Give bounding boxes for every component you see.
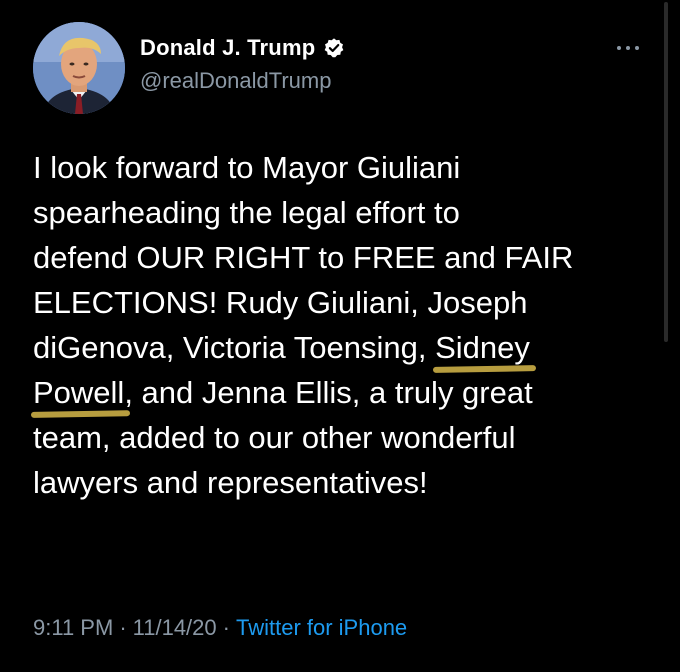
- tweet-text-fragment: diGenova, Victoria Toensing,: [33, 330, 436, 365]
- tweet-line: diGenova, Victoria Toensing, Sidney: [33, 325, 653, 370]
- tweet-line: Powell, and Jenna Ellis, a truly great: [33, 370, 653, 415]
- tweet-line: defend OUR RIGHT to FREE and FAIR: [33, 240, 574, 275]
- avatar-image-icon: [33, 22, 125, 114]
- tweet-line: I look forward to Mayor Giuliani: [33, 150, 461, 185]
- meta-separator: ·: [119, 615, 127, 640]
- tweet-line: spearheading the legal effort to: [33, 195, 460, 230]
- avatar[interactable]: [33, 22, 125, 114]
- tweet-container: Donald J. Trump @realDonaldTrump I look …: [0, 0, 680, 672]
- tweet-meta: 9:11 PM · 11/14/20 · Twitter for iPhone: [33, 615, 407, 641]
- display-name[interactable]: Donald J. Trump: [140, 35, 315, 61]
- tweet-text-fragment: , and Jenna Ellis, a truly great: [124, 375, 533, 410]
- author-name-row[interactable]: Donald J. Trump: [140, 35, 345, 61]
- tweet-time: 9:11 PM: [33, 615, 114, 640]
- author-handle[interactable]: @realDonaldTrump: [140, 68, 331, 94]
- scroll-indicator[interactable]: [664, 2, 668, 342]
- tweet-date: 11/14/20: [132, 615, 217, 640]
- tweet-line: ELECTIONS! Rudy Giuliani, Joseph: [33, 285, 528, 320]
- verified-badge-icon: [325, 38, 344, 58]
- tweet-line: lawyers and representatives!: [33, 465, 428, 500]
- highlighted-name-powell: Powell: [33, 370, 124, 415]
- tweet-line: team, added to our other wonderful: [33, 420, 516, 455]
- more-options-icon[interactable]: [616, 44, 640, 52]
- highlighted-name-sidney: Sidney: [435, 325, 530, 370]
- tweet-source-link[interactable]: Twitter for iPhone: [236, 615, 407, 641]
- meta-separator: ·: [222, 615, 230, 640]
- tweet-text: I look forward to Mayor Giuliani spearhe…: [33, 145, 653, 505]
